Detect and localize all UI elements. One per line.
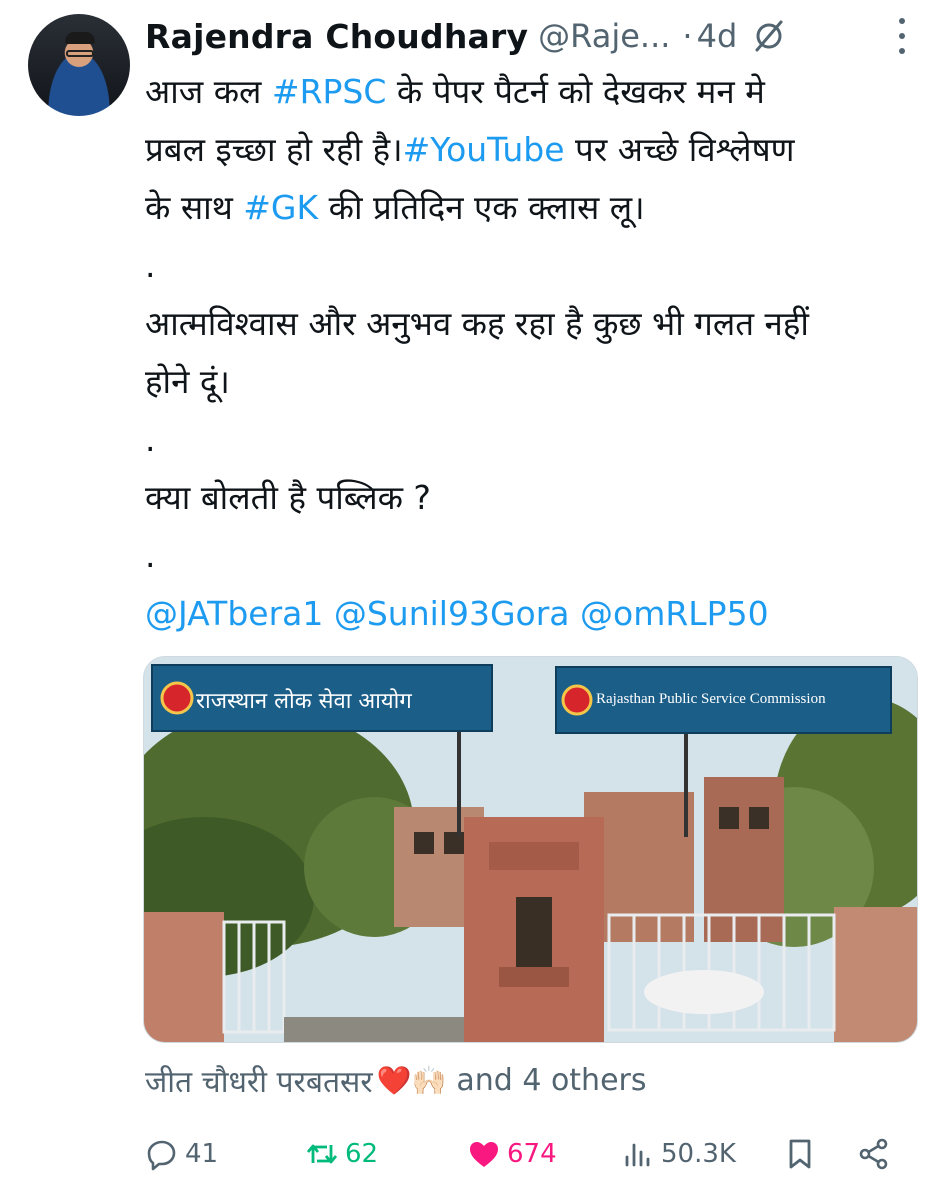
tweet-text-segment: पर अच्छे विश्लेषण [564,130,795,169]
like-button[interactable]: 674 [467,1137,557,1171]
tweet-text-segment [323,594,334,633]
tweet-text-segment: क्या बोलती है पब्लिक ? [145,478,431,517]
reply-button[interactable]: 41 [145,1137,218,1171]
mention-link[interactable]: @Sunil93Gora [334,594,570,633]
like-count: 674 [507,1139,557,1169]
views-button[interactable]: 50.3K [621,1137,736,1171]
author-avatar[interactable] [28,14,130,116]
tweet-text-segment: . [145,246,156,285]
tweet-text-line: . [145,411,925,469]
liked-by-name[interactable]: जीत चौधरी परबतसर [145,1060,373,1101]
avatar-glasses [66,50,94,57]
tweet-text-line: होने दूं। [145,353,925,411]
tweet-text-line: . [145,527,925,585]
tweet-text-line: प्रबल इच्छा हो रही है।#YouTube पर अच्छे … [145,121,925,179]
tweet-text-line: . [145,237,925,295]
tweet-text-line: क्या बोलती है पब्लिक ? [145,469,925,527]
sign-left-text: राजस्थान लोक सेवा आयोग [196,689,412,714]
hashtag-link[interactable]: #RPSC [272,72,386,111]
tweet-text-segment: होने दूं। [145,362,230,401]
tweet-text-segment: की प्रतिदिन एक क्लास लू। [318,188,645,227]
avatar-hair [65,32,95,44]
hashtag-link[interactable]: #GK [243,188,318,227]
tweet-text-segment: . [145,420,156,459]
tweet-text-segment: के पेपर पैटर्न को देखकर मन मे [386,72,765,111]
separator-dot: · [682,17,693,55]
author-name[interactable]: Rajendra Choudhary [145,17,528,56]
liked-by-others[interactable]: and 4 others [456,1063,646,1098]
liked-by-emojis: ❤️🙌🏻 [376,1063,447,1097]
tweet-actions: 41 62 674 50.3K [145,1130,905,1178]
reply-count: 41 [185,1139,219,1169]
tweet-image[interactable]: राजस्थान लोक सेवा आयोग Rajasthan Public … [143,656,918,1043]
tweet-text-segment: प्रबल इच्छा हो रही है। [145,130,403,169]
tweet-text-line: के साथ #GK की प्रतिदिन एक क्लास लू। [145,179,925,237]
share-button[interactable] [857,1137,891,1171]
share-icon [859,1138,888,1170]
tweet-text-line: आज कल #RPSC के पेपर पैटर्न को देखकर मन म… [145,63,925,121]
bookmark-icon [789,1139,811,1169]
mention-link[interactable]: @JATbera1 [145,594,323,633]
repost-button[interactable]: 62 [305,1137,378,1171]
views-icon [625,1143,650,1167]
tweet-text-line: आत्मविश्वास और अनुभव कह रहा है कुछ भी गल… [145,295,925,353]
repost-icon [306,1144,338,1164]
repost-count: 62 [345,1139,379,1169]
tweet-time[interactable]: 4d [697,17,738,55]
tweet-text: आज कल #RPSC के पेपर पैटर्न को देखकर मन म… [145,63,925,701]
more-options-icon[interactable] [899,18,909,54]
tweet-text-segment: आज कल [145,72,272,111]
tweet-text-segment: आत्मविश्वास और अनुभव कह रहा है कुछ भी गल… [145,304,809,343]
liked-by-row[interactable]: जीत चौधरी परबतसर ❤️🙌🏻 and 4 others [145,1058,647,1102]
tweet-text-segment: . [145,536,156,575]
heart-icon [470,1142,498,1167]
sign-right-text: Rajasthan Public Service Commission [596,691,826,707]
tweet-text-segment [570,594,581,633]
author-handle[interactable]: @Raje... [538,17,670,55]
reply-icon [147,1140,176,1171]
views-count: 50.3K [661,1139,736,1169]
grok-icon[interactable] [751,18,787,54]
hashtag-link[interactable]: #YouTube [403,130,565,169]
bookmark-button[interactable] [783,1137,817,1171]
tweet-text-line: @JATbera1 @Sunil93Gora @omRLP50 [145,585,925,643]
tweet-header: Rajendra Choudhary @Raje... · 4d [145,12,935,60]
mention-link[interactable]: @omRLP50 [580,594,769,633]
tweet-text-segment: के साथ [145,188,244,227]
